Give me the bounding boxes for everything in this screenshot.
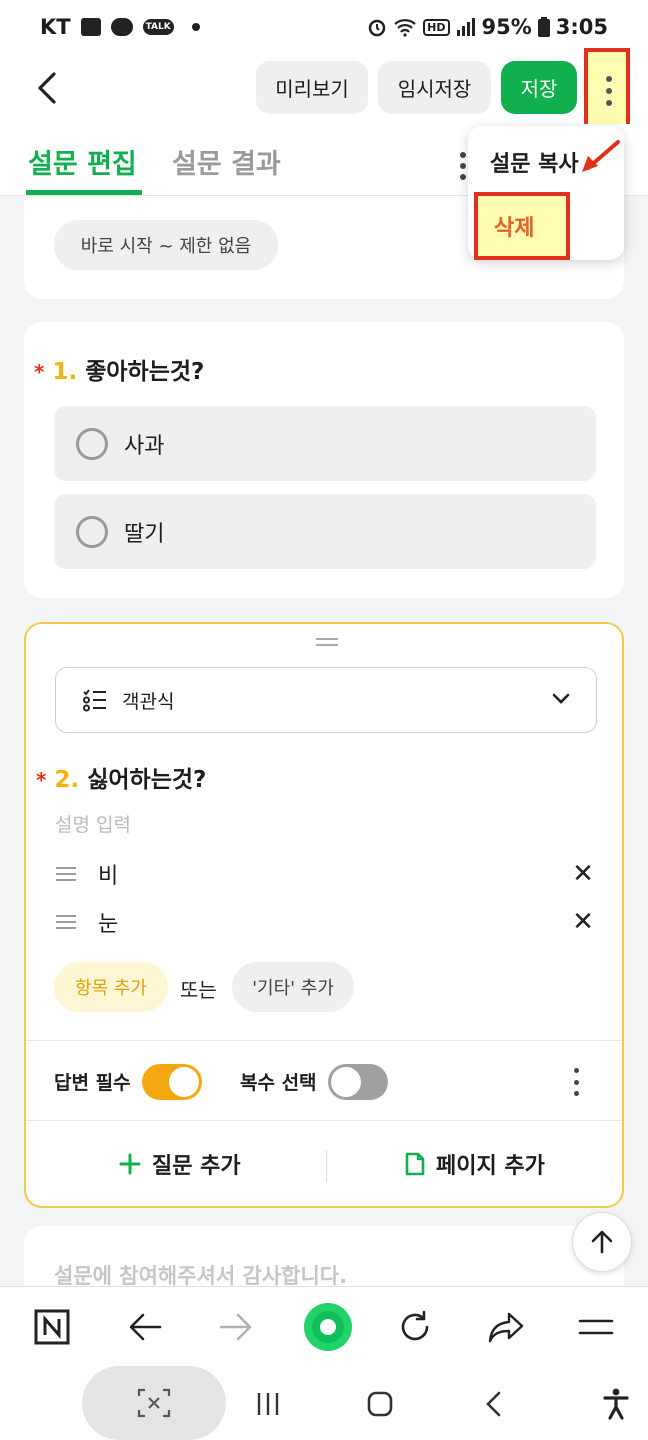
status-bar: KT TALK HD 95% 3:05 [0,0,648,54]
screen-capture-button[interactable] [82,1366,226,1440]
more-options-button[interactable] [584,48,630,130]
menu-item-delete[interactable]: 삭제 [494,210,534,242]
gallery-icon [80,18,101,36]
menu-item-copy-survey[interactable]: 설문 복사 [490,146,579,178]
checklist-icon [83,689,106,712]
question-text: 좋아하는것? [85,359,205,385]
choice-item[interactable]: 비 ✕ [56,854,596,894]
option-label: 딸기 [124,521,165,547]
green-dot-icon[interactable] [300,1299,356,1355]
share-icon[interactable] [484,1305,528,1349]
required-mark: * [34,360,45,384]
status-right: HD 95% 3:05 [367,15,608,39]
browser-toolbar [0,1286,648,1366]
option-label: 사과 [124,433,165,459]
remove-choice-button[interactable]: ✕ [570,909,596,935]
choice-label[interactable]: 비 [98,858,118,890]
question-text: 싫어하는것? [87,767,207,793]
question-title[interactable]: * 2. 싫어하는것? [36,760,206,794]
accessibility-icon[interactable] [596,1384,636,1424]
question-number: 1. [52,359,78,385]
add-question-button[interactable]: 질문 추가 [118,1148,241,1180]
status-left: KT TALK [40,15,200,39]
refresh-icon[interactable] [393,1305,437,1349]
chevron-down-icon [552,693,570,704]
back-button[interactable] [28,68,68,108]
talk-icon: TALK [142,19,174,35]
top-app-bar: 미리보기 임시저장 저장 [0,48,648,130]
question-more-icon[interactable] [574,1068,580,1096]
required-mark: * [36,768,47,792]
battery-percent: 95% [481,15,532,39]
system-nav-bar [0,1366,648,1440]
carrier-label: KT [40,15,71,39]
active-tab-indicator [26,190,142,195]
menu-icon[interactable] [574,1305,618,1349]
wifi-icon [394,19,416,37]
choice-label[interactable]: 눈 [98,906,118,938]
divider [26,1120,622,1121]
home-icon[interactable] [360,1384,400,1424]
menu-item-delete-highlight[interactable]: 삭제 [474,192,570,260]
toggle-knob [169,1067,199,1097]
alarm-icon [368,19,386,37]
pill-icon [110,18,133,36]
reorder-handle-icon[interactable] [56,915,76,929]
scroll-to-top-button[interactable] [572,1212,632,1272]
arrow-left-icon [38,72,56,104]
recent-apps-icon[interactable] [248,1384,288,1424]
temp-save-button[interactable]: 임시저장 [378,61,491,114]
required-toggle-label: 답변 필수 [54,1072,131,1094]
battery-icon [537,17,550,37]
radio-icon [76,427,108,460]
capture-icon [137,1388,171,1418]
hd-icon: HD [423,18,450,36]
browser-forward-icon[interactable] [214,1305,258,1349]
tab-survey-result[interactable]: 설문 결과 [172,142,281,181]
multi-select-toggle[interactable] [328,1064,388,1100]
add-page-label: 페이지 추가 [436,1154,545,1179]
drag-handle-icon[interactable] [316,638,338,646]
question-card-2-editing: 객관식 * 2. 싫어하는것? 설명 입력 비 ✕ 눈 ✕ 항목 추가 또는 '… [24,622,624,1208]
question-type-label: 객관식 [122,690,175,713]
add-page-button[interactable]: 페이지 추가 [404,1148,545,1180]
signal-icon [456,18,475,36]
multi-select-toggle-label: 복수 선택 [240,1072,317,1094]
arrow-up-icon [591,1230,613,1254]
divider [26,1040,622,1041]
naver-home-icon[interactable] [30,1305,74,1349]
annotation-arrow-icon [582,140,620,172]
page-icon [405,1152,425,1176]
tab-survey-edit[interactable]: 설문 편집 [28,142,137,181]
radio-icon [76,515,108,548]
choice-item[interactable]: 눈 ✕ [56,902,596,942]
footer-separator [326,1150,327,1182]
question-card-1[interactable]: * 1. 좋아하는것? 사과 딸기 [24,322,624,598]
save-button[interactable]: 저장 [501,61,577,114]
question-number: 2. [54,767,80,793]
add-etc-button[interactable]: '기타' 추가 [232,962,354,1012]
plus-icon [119,1153,141,1175]
reorder-handle-icon[interactable] [56,867,76,881]
toggle-knob [331,1067,361,1097]
preview-button[interactable]: 미리보기 [256,61,368,114]
remove-choice-button[interactable]: ✕ [570,861,596,887]
system-back-icon[interactable] [474,1384,514,1424]
more-vertical-icon [606,76,612,106]
question-title: * 1. 좋아하는것? [34,352,204,386]
clock: 3:05 [555,15,608,39]
required-toggle[interactable] [142,1064,202,1100]
option-item[interactable]: 딸기 [54,494,596,569]
add-item-button[interactable]: 항목 추가 [54,962,168,1012]
tab-more-icon[interactable] [460,152,466,180]
add-question-label: 질문 추가 [152,1154,241,1179]
option-item[interactable]: 사과 [54,406,596,481]
browser-back-icon[interactable] [123,1305,167,1349]
or-label: 또는 [180,978,217,1002]
question-type-select[interactable]: 객관식 [55,667,597,733]
survey-period-chip[interactable]: 바로 시작 ~ 제한 없음 [54,220,278,270]
notification-dot-icon [191,23,200,31]
description-input[interactable]: 설명 입력 [55,810,131,837]
